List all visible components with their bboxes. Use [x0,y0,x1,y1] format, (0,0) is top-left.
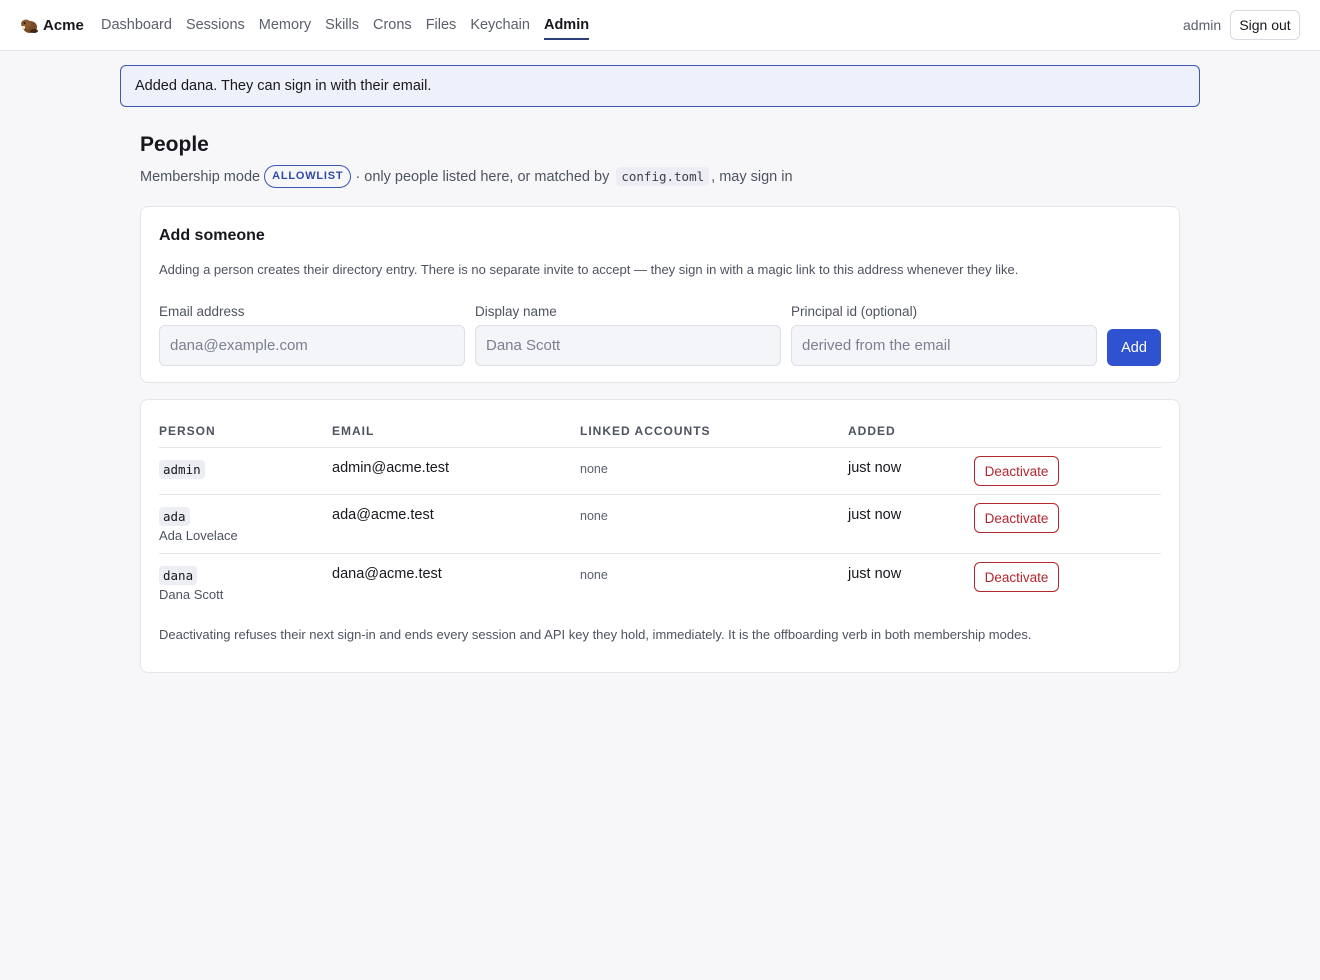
added-time: just now [848,507,902,523]
display-name-label: Display name [475,304,557,319]
person-email: ada@acme.test [332,507,434,523]
nav-admin[interactable]: Admin [543,0,590,50]
nav-sessions[interactable]: Sessions [186,0,245,50]
sign-out-button[interactable]: Sign out [1230,10,1300,40]
membership-mode-line: Membership mode ALLOWLIST · only people … [140,165,793,188]
linked-accounts: none [580,568,608,582]
nav-keychain[interactable]: Keychain [470,0,530,50]
deactivate-button[interactable]: Deactivate [974,562,1059,592]
add-person-card: Add someone Adding a person creates thei… [140,206,1180,383]
nav-memory[interactable]: Memory [259,0,311,50]
current-user-name: admin [1183,17,1222,33]
person-email: admin@acme.test [332,460,450,476]
mode-suffix: , may sign in [711,168,793,185]
email-field[interactable] [159,325,465,366]
app-brand[interactable]: Acme [19,15,84,35]
added-time: just now [848,566,902,582]
person-full-name: Ada Lovelace [159,528,238,543]
add-person-button[interactable]: Add [1107,329,1161,366]
principal-id-field[interactable] [791,325,1097,366]
deactivate-button[interactable]: Deactivate [974,456,1059,486]
nav-crons[interactable]: Crons [373,0,412,50]
config-file-chip: config.toml [616,167,710,186]
added-time: just now [848,460,902,476]
table-row: ada Ada Lovelace ada@acme.test none just… [141,495,1181,554]
deactivate-button[interactable]: Deactivate [974,503,1059,533]
flash-text: Added dana. They can sign in with their … [135,78,432,94]
nav-files[interactable]: Files [426,0,457,50]
table-row: admin admin@acme.test none just now Deac… [141,448,1181,495]
nav-skills[interactable]: Skills [325,0,359,50]
column-header-added: ADDED [848,424,896,438]
display-name-field[interactable] [475,325,781,366]
linked-accounts: none [580,509,608,523]
principal-id-label: Principal id (optional) [791,304,918,319]
person-full-name: Dana Scott [159,587,224,602]
mode-description: · only people listed here, or matched by [355,168,610,185]
top-navigation-bar: Acme Dashboard Sessions Memory Skills Cr… [0,0,1320,51]
table-row: dana Dana Scott dana@acme.test none just… [141,554,1181,613]
nav-dashboard[interactable]: Dashboard [101,0,172,50]
linked-accounts: none [580,462,608,476]
mode-prefix: Membership mode [140,168,261,185]
person-handle: dana [159,566,198,585]
add-person-title: Add someone [159,227,265,244]
add-person-description: Adding a person creates their directory … [159,262,1019,277]
email-label: Email address [159,304,245,319]
flash-message: Added dana. They can sign in with their … [120,65,1200,107]
deactivation-note: Deactivating refuses their next sign-in … [159,627,1032,642]
main-nav: Dashboard Sessions Memory Skills Crons F… [101,0,590,50]
beaver-icon [21,19,38,33]
people-table-card: PERSON EMAIL LINKED ACCOUNTS ADDED admin… [140,399,1180,673]
page-title: People [140,133,209,156]
person-handle: ada [159,507,190,526]
person-email: dana@acme.test [332,566,442,582]
membership-mode-badge: ALLOWLIST [264,165,352,188]
column-header-linked-accounts: LINKED ACCOUNTS [580,424,711,438]
app-name: Acme [43,16,84,34]
column-header-person: PERSON [159,424,216,438]
person-handle: admin [159,460,205,479]
column-header-email: EMAIL [332,424,375,438]
